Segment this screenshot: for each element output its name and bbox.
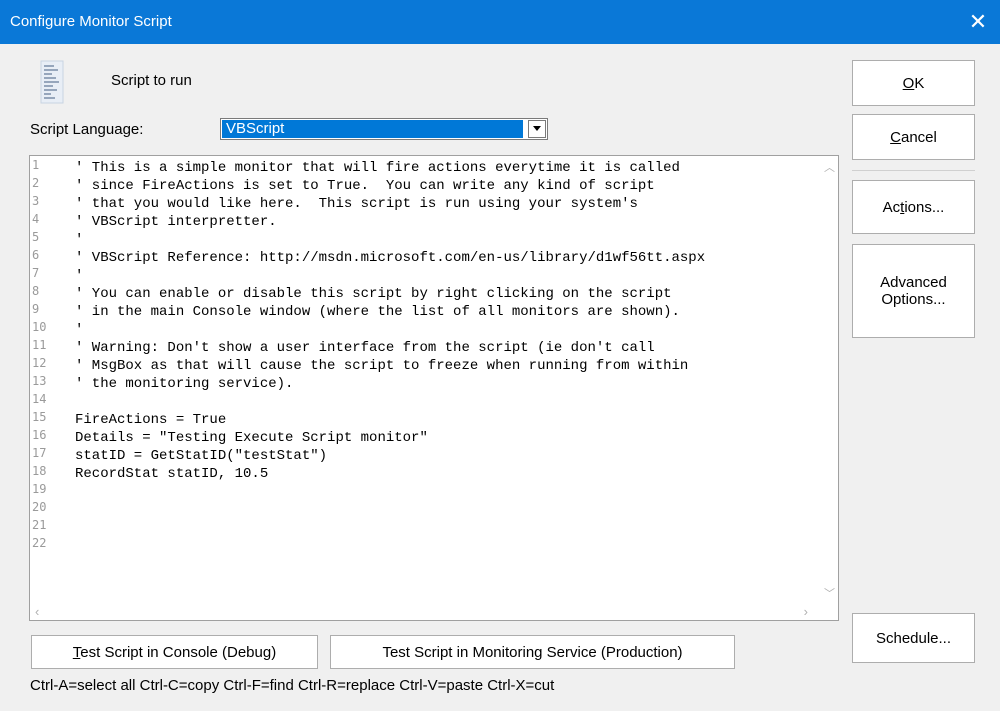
line-number: 16 [32,428,47,442]
code-line[interactable]: ' [75,231,705,249]
keyboard-shortcuts-hint: Ctrl-A=select all Ctrl-C=copy Ctrl-F=fin… [30,677,555,694]
line-number: 15 [32,410,47,424]
code-line[interactable]: ' the monitoring service). [75,375,705,393]
title-bar: Configure Monitor Script ✕ [0,0,1000,44]
code-area[interactable]: ' This is a simple monitor that will fir… [75,159,705,555]
line-number: 12 [32,356,47,370]
schedule-button[interactable]: Schedule... [852,613,975,663]
horizontal-scrollbar[interactable]: ‹ › [30,603,838,620]
code-line[interactable]: ' You can enable or disable this script … [75,285,705,303]
ok-access-key: O [902,74,915,92]
line-number: 22 [32,536,47,550]
actions-button[interactable]: Actions... [852,180,975,234]
line-number: 17 [32,446,47,460]
code-line[interactable] [75,537,705,555]
line-number: 11 [32,338,47,352]
script-editor[interactable]: 1 2 3 4 5 6 7 8 9 10 11 12 13 14 15 16 17 18 19 20 21 22 ' Th… [29,155,839,621]
line-number: 1 [32,158,40,172]
code-line[interactable]: Details = "Testing Execute Script monito… [75,429,705,447]
vertical-scrollbar[interactable]: ︿ ﹀ [821,156,838,605]
scroll-left-icon[interactable]: ‹ [35,604,39,619]
line-number: 14 [32,392,47,406]
line-number: 20 [32,500,47,514]
line-number: 9 [32,302,40,316]
code-line[interactable]: ' since FireActions is set to True. You … [75,177,705,195]
code-line[interactable]: ' VBScript interpretter. [75,213,705,231]
scroll-down-icon[interactable]: ﹀ [824,585,835,601]
code-line[interactable] [75,519,705,537]
chevron-down-icon[interactable] [528,120,546,138]
code-line[interactable]: RecordStat statID, 10.5 [75,465,705,483]
line-number: 8 [32,284,40,298]
code-line[interactable]: ' in the main Console window (where the … [75,303,705,321]
line-number: 13 [32,374,47,388]
window-title: Configure Monitor Script [10,13,172,30]
script-language-select[interactable]: VBScript [220,118,548,140]
line-number: 7 [32,266,40,280]
code-line[interactable] [75,483,705,501]
line-number: 4 [32,212,40,226]
ok-button[interactable]: OK [852,60,975,106]
script-language-label: Script Language: [30,121,144,138]
code-line[interactable]: ' that you would like here. This script … [75,195,705,213]
line-number: 10 [32,320,47,334]
script-language-value: VBScript [222,120,523,138]
close-icon[interactable]: ✕ [956,0,1000,44]
script-to-run-label: Script to run [111,72,192,89]
script-document-icon [40,60,64,104]
code-line[interactable]: ' Warning: Don't show a user interface f… [75,339,705,357]
test-script-console-button[interactable]: Test Script in Console (Debug) [31,635,318,669]
scroll-right-icon[interactable]: › [804,604,808,619]
line-number: 19 [32,482,47,496]
code-line[interactable]: FireActions = True [75,411,705,429]
code-line[interactable]: ' [75,267,705,285]
advanced-options-button[interactable]: Advanced Options... [852,244,975,338]
line-number-gutter: 1 2 3 4 5 6 7 8 9 10 11 12 13 14 15 16 17 18 19 20 21 22 [30,156,66,620]
line-number: 18 [32,464,47,478]
code-line[interactable] [75,501,705,519]
code-line[interactable]: statID = GetStatID("testStat") [75,447,705,465]
line-number: 6 [32,248,40,262]
code-line[interactable]: ' [75,321,705,339]
line-number: 3 [32,194,40,208]
cancel-access-key: C [890,128,901,146]
scroll-up-icon[interactable]: ︿ [824,159,835,175]
button-separator [852,170,975,171]
line-number: 2 [32,176,40,190]
code-line[interactable]: ' VBScript Reference: http://msdn.micros… [75,249,705,267]
line-number: 21 [32,518,47,532]
cancel-button[interactable]: Cancel [852,114,975,160]
test-script-service-button[interactable]: Test Script in Monitoring Service (Produ… [330,635,735,669]
line-number: 5 [32,230,40,244]
code-line[interactable]: ' MsgBox as that will cause the script t… [75,357,705,375]
code-line[interactable] [75,393,705,411]
code-line[interactable]: ' This is a simple monitor that will fir… [75,159,705,177]
